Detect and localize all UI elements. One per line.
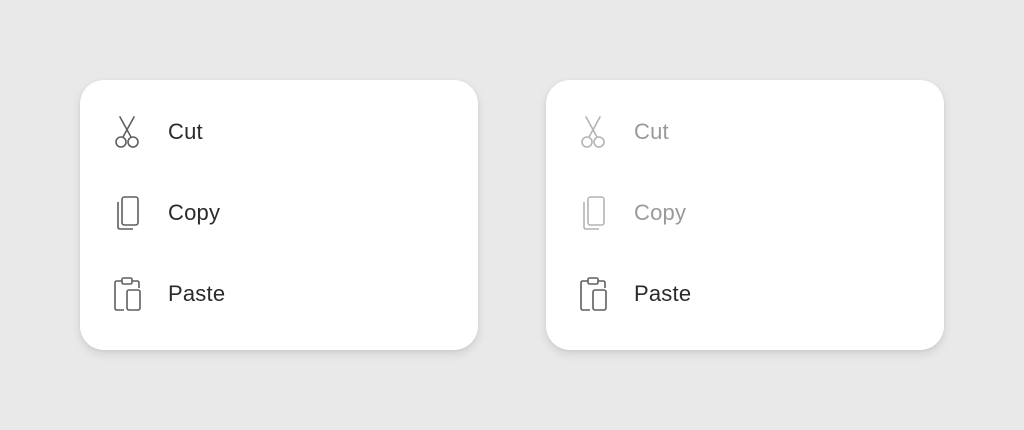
scissors-icon [576, 112, 610, 152]
menu-item-label: Cut [634, 118, 669, 144]
menu-item-copy-disabled: Copy [546, 172, 944, 253]
menu-item-paste[interactable]: Paste [546, 253, 944, 334]
menu-item-label: Copy [168, 199, 221, 225]
menu-item-label: Paste [634, 280, 692, 306]
context-menu-enabled: Cut Copy Paste [80, 80, 478, 350]
menu-item-label: Copy [634, 199, 687, 225]
clipboard-icon [576, 274, 610, 314]
context-menu-partially-disabled: Cut Copy Paste [546, 80, 944, 350]
menu-item-paste[interactable]: Paste [80, 253, 478, 334]
menu-item-label: Cut [168, 118, 203, 144]
scissors-icon [110, 112, 144, 152]
menu-item-copy[interactable]: Copy [80, 172, 478, 253]
copy-icon [576, 193, 610, 233]
menu-item-cut[interactable]: Cut [80, 91, 478, 172]
menu-item-cut-disabled: Cut [546, 91, 944, 172]
clipboard-icon [110, 274, 144, 314]
menu-item-label: Paste [168, 280, 226, 306]
copy-icon [110, 193, 144, 233]
